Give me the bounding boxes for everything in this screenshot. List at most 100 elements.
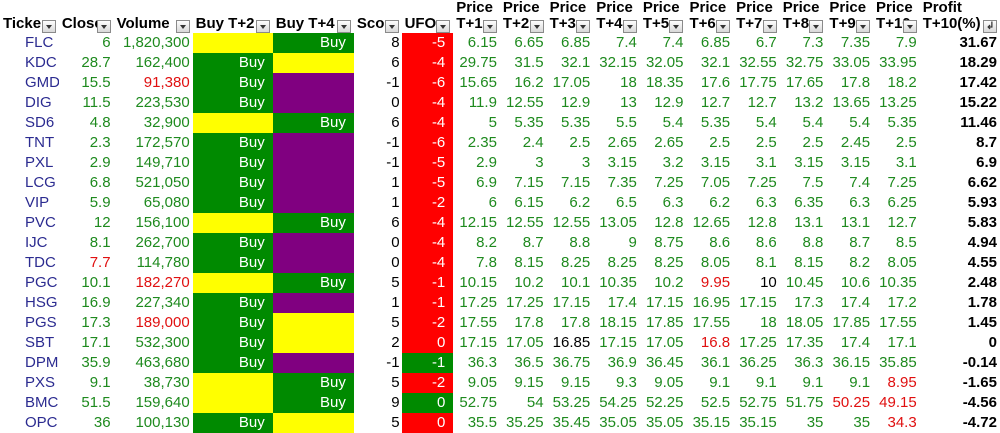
filter-dropdown-icon[interactable]: [669, 20, 684, 33]
cell-volume[interactable]: 149,710: [114, 153, 193, 173]
cell-price-t3[interactable]: 6.85: [547, 33, 594, 53]
cell-price-t2[interactable]: 36.5: [500, 353, 547, 373]
cell-price-t6[interactable]: 2.5: [686, 133, 733, 153]
cell-score[interactable]: 5: [354, 413, 402, 433]
cell-price-t1[interactable]: 17.15: [453, 333, 500, 353]
cell-price-t6[interactable]: 12.7: [686, 93, 733, 113]
cell-price-t2[interactable]: 5.35: [500, 113, 547, 133]
cell-price-t1[interactable]: 2.9: [453, 153, 500, 173]
cell-profit[interactable]: 6.9: [920, 153, 1000, 173]
cell-price-t2[interactable]: 10.2: [500, 273, 547, 293]
cell-volume[interactable]: 182,270: [114, 273, 193, 293]
filter-dropdown-icon[interactable]: [529, 20, 544, 33]
cell-price-t2[interactable]: 17.8: [500, 313, 547, 333]
cell-price-t5[interactable]: 35.05: [640, 413, 687, 433]
col-header-ufo[interactable]: UFO: [401, 15, 454, 33]
cell-price-t4[interactable]: 9.3: [593, 373, 640, 393]
cell-profit[interactable]: 11.46: [920, 113, 1000, 133]
cell-price-t3[interactable]: 3: [547, 153, 594, 173]
cell-score[interactable]: 1: [354, 173, 402, 193]
cell-price-t2[interactable]: 16.2: [500, 73, 547, 93]
cell-price-t4[interactable]: 17.4: [593, 293, 640, 313]
cell-price-t8[interactable]: 36.3: [780, 353, 827, 373]
filter-dropdown-icon[interactable]: [41, 20, 56, 33]
filter-dropdown-icon[interactable]: [762, 20, 777, 33]
cell-price-t5[interactable]: 17.05: [640, 333, 687, 353]
cell-profit[interactable]: 4.55: [920, 253, 1000, 273]
cell-price-t3[interactable]: 9.15: [547, 373, 594, 393]
cell-price-t8[interactable]: 13.1: [780, 213, 827, 233]
cell-price-t7[interactable]: 8.6: [733, 233, 780, 253]
cell-ticker[interactable]: VIP: [0, 193, 59, 213]
cell-score[interactable]: -1: [354, 73, 402, 93]
table-row[interactable]: KDC 28.7 162,400 Buy 6 -4 29.75 31.5 32.1 32.15 32…: [0, 53, 1000, 73]
cell-close[interactable]: 28.7: [59, 53, 114, 73]
cell-profit[interactable]: 4.94: [920, 233, 1000, 253]
cell-buy-t2[interactable]: Buy: [192, 133, 273, 153]
cell-buy-t4[interactable]: Buy: [272, 113, 354, 133]
cell-price-t8[interactable]: 18.05: [780, 313, 827, 333]
cell-price-t6[interactable]: 12.65: [686, 213, 733, 233]
cell-profit[interactable]: 5.93: [920, 193, 1000, 213]
col-header-buy-t4[interactable]: Buy T+4: [272, 15, 354, 33]
cell-score[interactable]: 0: [354, 93, 402, 113]
table-row[interactable]: PGC 10.1 182,270 Buy 5 -1 10.15 10.2 10.1 10.35 10…: [0, 273, 1000, 293]
cell-buy-t2[interactable]: Buy: [192, 73, 273, 93]
cell-price-t4[interactable]: 7.4: [593, 33, 640, 53]
table-row[interactable]: DPM 35.9 463,680 Buy -1 -1 36.3 36.5 36.75 36.9 36…: [0, 353, 1000, 373]
cell-ufo[interactable]: 0: [401, 333, 454, 353]
cell-volume[interactable]: 227,340: [114, 293, 193, 313]
cell-price-t1[interactable]: 6.15: [453, 33, 500, 53]
cell-score[interactable]: 1: [354, 193, 402, 213]
cell-price-t4[interactable]: 13.05: [593, 213, 640, 233]
cell-profit[interactable]: 8.7: [920, 133, 1000, 153]
cell-price-t6[interactable]: 5.35: [686, 113, 733, 133]
filter-dropdown-icon[interactable]: [716, 20, 731, 33]
col-header-ticker[interactable]: Ticker: [0, 15, 59, 33]
table-row[interactable]: FLC 6 1,820,300 Buy 8 -5 6.15 6.65 6.85 7.4 7.4 6.8…: [0, 33, 1000, 53]
cell-close[interactable]: 5.9: [59, 193, 114, 213]
cell-price-t5[interactable]: 7.4: [640, 33, 687, 53]
cell-price-t2[interactable]: 54: [500, 393, 547, 413]
cell-ticker[interactable]: PGC: [0, 273, 59, 293]
col-header-profit[interactable]: T+10(%): [919, 15, 1000, 33]
cell-price-t1[interactable]: 12.15: [453, 213, 500, 233]
cell-score[interactable]: 2: [354, 333, 402, 353]
cell-score[interactable]: 8: [354, 33, 402, 53]
cell-price-t10[interactable]: 18.2: [873, 73, 920, 93]
cell-price-t6[interactable]: 9.95: [686, 273, 733, 293]
cell-price-t10[interactable]: 8.95: [873, 373, 920, 393]
cell-volume[interactable]: 189,000: [114, 313, 193, 333]
cell-ufo[interactable]: -6: [401, 73, 454, 93]
table-row[interactable]: BMC 51.5 159,640 Buy 9 0 52.75 54 53.25 54.25 52.2…: [0, 393, 1000, 413]
cell-ufo[interactable]: -5: [401, 33, 454, 53]
cell-volume[interactable]: 262,700: [114, 233, 193, 253]
cell-buy-t2[interactable]: Buy: [192, 353, 273, 373]
cell-price-t5[interactable]: 18.35: [640, 73, 687, 93]
cell-price-t9[interactable]: 17.8: [826, 73, 873, 93]
cell-price-t5[interactable]: 17.85: [640, 313, 687, 333]
cell-price-t8[interactable]: 17.65: [780, 73, 827, 93]
cell-close[interactable]: 51.5: [59, 393, 114, 413]
cell-price-t6[interactable]: 16.8: [686, 333, 733, 353]
cell-volume[interactable]: 156,100: [114, 213, 193, 233]
cell-price-t10[interactable]: 17.1: [873, 333, 920, 353]
cell-price-t4[interactable]: 18.15: [593, 313, 640, 333]
cell-price-t3[interactable]: 16.85: [547, 333, 594, 353]
cell-buy-t2[interactable]: Buy: [192, 93, 273, 113]
cell-ufo[interactable]: -4: [401, 53, 454, 73]
cell-price-t8[interactable]: 2.5: [780, 133, 827, 153]
cell-price-t3[interactable]: 7.15: [547, 173, 594, 193]
cell-price-t8[interactable]: 51.75: [780, 393, 827, 413]
cell-price-t9[interactable]: 6.3: [826, 193, 873, 213]
cell-close[interactable]: 2.3: [59, 133, 114, 153]
cell-price-t4[interactable]: 6.5: [593, 193, 640, 213]
cell-price-t1[interactable]: 17.25: [453, 293, 500, 313]
cell-price-t7[interactable]: 12.7: [733, 93, 780, 113]
cell-ticker[interactable]: GMD: [0, 73, 59, 93]
cell-price-t1[interactable]: 17.55: [453, 313, 500, 333]
col-header-t6[interactable]: T+6: [686, 15, 734, 33]
cell-buy-t2[interactable]: Buy: [192, 293, 273, 313]
col-header-t9[interactable]: T+9: [826, 15, 874, 33]
col-header-t10[interactable]: T+10: [873, 15, 920, 33]
